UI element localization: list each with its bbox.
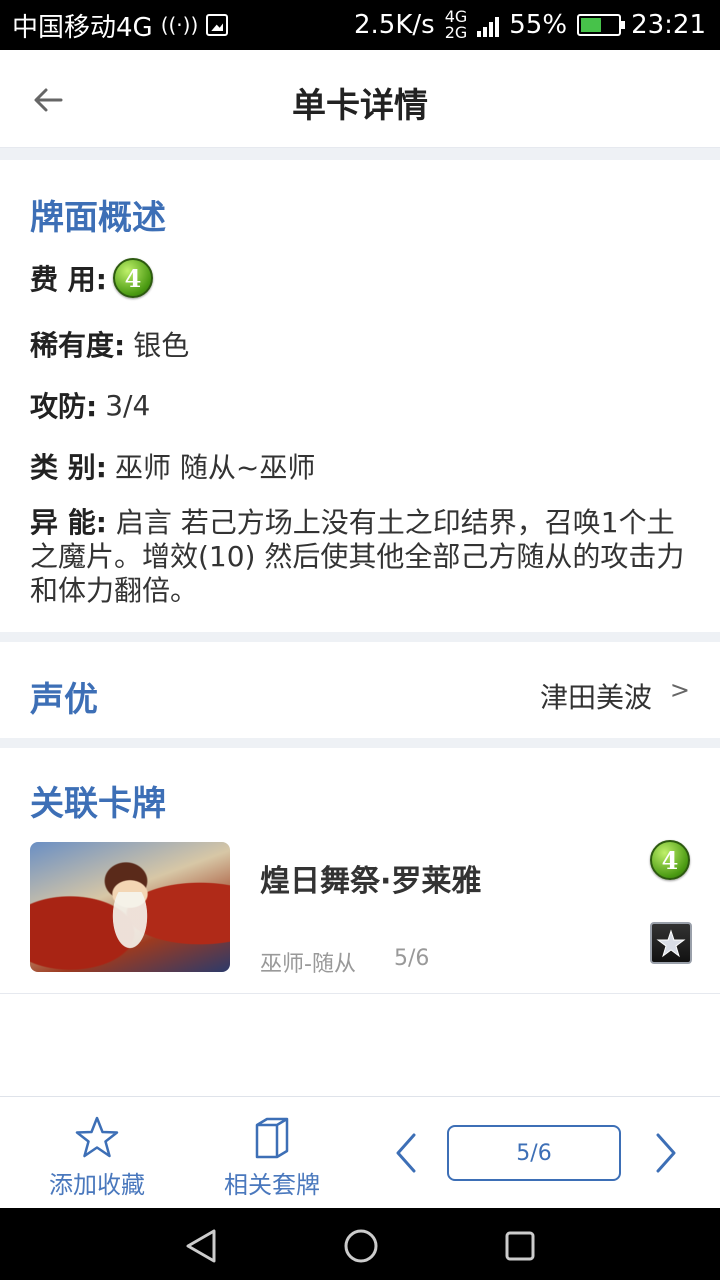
related-decks-label: 相关套牌 [224, 1171, 320, 1199]
system-nav-bar [0, 1208, 720, 1280]
status-bar: 中国移动4G ((·)) 2.5K/s 4G 2G 55% 23:21 [0, 0, 720, 50]
section-divider [0, 148, 720, 160]
battery-percent: 55% [509, 10, 568, 40]
page-title: 单卡详情 [292, 86, 428, 126]
atk-value: 3/4 [105, 388, 151, 422]
cost-row: 费 用: 4 [30, 258, 153, 298]
card-type: 巫师-随从 [260, 952, 356, 977]
class-value: 巫师 随从~巫师 [114, 451, 316, 484]
overview-title: 牌面概述 [30, 198, 166, 238]
rarity-row: 稀有度: 银色 [30, 324, 189, 364]
clock: 23:21 [631, 10, 706, 40]
star-icon [75, 1116, 119, 1158]
related-decks-button[interactable]: 相关套牌 [212, 1115, 332, 1200]
battery-fill [581, 18, 601, 32]
app-header: 单卡详情 [0, 50, 720, 148]
atk-label: 攻防: [30, 390, 98, 423]
voice-actor-row[interactable]: 声优 津田美波 > [0, 642, 720, 738]
bottom-toolbar: 添加收藏 相关套牌 5/6 [0, 1096, 720, 1208]
card-cost-gem-icon: 4 [650, 840, 690, 880]
triangle-back-icon [186, 1229, 216, 1263]
ability-value: 启言 若己方场上没有土之印结界，召唤1个土之魔片。增效(10) 然后使其他全部己… [30, 506, 685, 607]
voice-actor-name: 津田美波 [539, 681, 652, 714]
card-stats: 5/6 [394, 946, 430, 971]
prev-card-button[interactable] [390, 1131, 420, 1175]
cost-gem-icon: 4 [112, 258, 153, 298]
system-back-button[interactable] [182, 1226, 222, 1266]
system-home-button[interactable] [341, 1226, 381, 1266]
card-art-image [30, 842, 230, 972]
circle-home-icon [344, 1229, 378, 1263]
ability-row: 异 能: 启言 若己方场上没有土之印结界，召唤1个土之魔片。增效(10) 然后使… [30, 506, 690, 608]
system-recents-button[interactable] [500, 1226, 540, 1266]
section-divider [0, 632, 720, 642]
square-recents-icon [505, 1231, 535, 1261]
cost-label: 费 用: [30, 263, 107, 296]
signal-bars-icon [477, 13, 500, 37]
add-favorite-button[interactable]: 添加收藏 [37, 1115, 157, 1200]
hotspot-icon: ((·)) [160, 13, 199, 37]
overview-section: 牌面概述 费 用: 4 稀有度: 银色 攻防: 3/4 类 别: 巫师 随从~巫… [0, 160, 720, 632]
related-card-item[interactable]: 煌日舞祭·罗莱雅 巫师-随从 5/6 4 [0, 838, 720, 994]
ability-label: 异 能: [30, 506, 107, 539]
battery-icon [577, 14, 626, 36]
chevron-right-icon [656, 1133, 676, 1173]
deck-box-icon [255, 1117, 289, 1159]
network-4g-icon: 4G 2G [444, 7, 468, 42]
next-card-button[interactable] [652, 1131, 682, 1175]
image-notification-icon [206, 14, 229, 36]
voice-title: 声优 [30, 680, 98, 720]
page-indicator[interactable]: 5/6 [447, 1125, 621, 1181]
silver-rarity-icon [650, 922, 692, 964]
atk-row: 攻防: 3/4 [30, 385, 150, 425]
section-divider [0, 738, 720, 748]
chevron-right-icon: > [669, 676, 690, 704]
rarity-value: 银色 [133, 329, 190, 362]
chevron-left-icon [396, 1133, 416, 1173]
carrier-label: 中国移动4G [12, 12, 153, 43]
add-favorite-label: 添加收藏 [49, 1171, 145, 1199]
related-title: 关联卡牌 [30, 784, 166, 824]
class-row: 类 别: 巫师 随从~巫师 [30, 446, 315, 486]
rarity-label: 稀有度: [30, 329, 126, 362]
card-name: 煌日舞祭·罗莱雅 [260, 864, 482, 899]
class-label: 类 别: [30, 451, 107, 484]
net-speed: 2.5K/s [353, 10, 435, 40]
